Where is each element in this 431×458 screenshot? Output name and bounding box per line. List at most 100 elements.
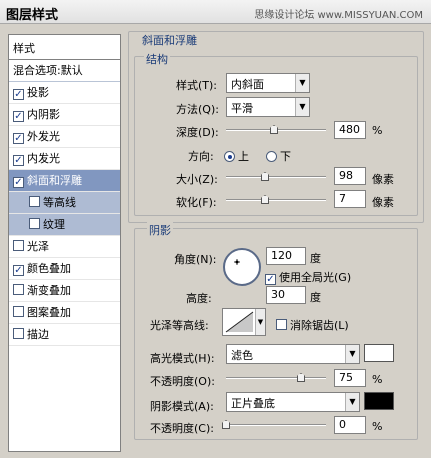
checkbox-checked-icon[interactable]: ✓: [13, 89, 24, 100]
style-list-item-label: 光泽: [27, 240, 49, 253]
style-list-item-label: 投影: [27, 86, 49, 99]
contour-curve-icon: [225, 311, 254, 333]
style-select-value: 内斜面: [231, 78, 264, 91]
style-list-item[interactable]: ✓ 外发光: [9, 126, 120, 148]
radio-empty-icon: [266, 151, 277, 162]
style-list-item-label: 斜面和浮雕: [27, 174, 82, 187]
size-label: 大小(Z):: [176, 173, 218, 186]
shadow-mode-label: 阴影模式(A):: [150, 400, 214, 413]
style-list-item[interactable]: 描边: [9, 324, 120, 346]
shadow-opacity-input[interactable]: 0: [334, 416, 366, 434]
anti-alias-label: 消除锯齿(L): [290, 319, 349, 332]
style-list-item-label: 外发光: [27, 130, 60, 143]
style-list-item-label: 图案叠加: [27, 306, 71, 319]
technique-label: 方法(Q):: [176, 103, 219, 116]
angle-input[interactable]: 120: [266, 247, 306, 265]
anti-alias-checkbox[interactable]: 消除锯齿(L): [276, 317, 349, 333]
direction-down-radio[interactable]: 下: [266, 148, 291, 164]
style-list-item[interactable]: ✓ 投影: [9, 82, 120, 104]
chevron-down-icon: ▼: [295, 98, 309, 116]
gloss-contour-picker[interactable]: ▼: [222, 308, 266, 336]
altitude-label: 高度:: [186, 292, 212, 305]
style-list-item[interactable]: 图案叠加: [9, 302, 120, 324]
shadow-opacity-label: 不透明度(C):: [150, 422, 214, 435]
checkbox-empty-icon[interactable]: [13, 284, 24, 295]
technique-select[interactable]: 平滑 ▼: [226, 97, 310, 117]
angle-label: 角度(N):: [174, 253, 217, 266]
global-light-label: 使用全局光(G): [279, 271, 352, 284]
checkbox-checked-icon[interactable]: ✓: [13, 265, 24, 276]
style-list-item[interactable]: 渐变叠加: [9, 280, 120, 302]
highlight-color-swatch[interactable]: [364, 344, 394, 362]
direction-label: 方向:: [188, 150, 214, 163]
style-list-item[interactable]: 纹理: [9, 214, 120, 236]
altitude-input[interactable]: 30: [266, 286, 306, 304]
technique-select-value: 平滑: [231, 102, 253, 115]
structure-title: 结构: [144, 51, 170, 67]
checkbox-checked-icon: ✓: [265, 274, 276, 285]
highlight-mode-value: 滤色: [231, 349, 253, 362]
shadow-opacity-unit: %: [372, 420, 383, 433]
style-list-item[interactable]: 等高线: [9, 192, 120, 214]
altitude-unit: 度: [310, 291, 321, 304]
checkbox-empty-icon[interactable]: [29, 196, 40, 207]
checkbox-empty-icon[interactable]: [13, 240, 24, 251]
depth-label: 深度(D):: [176, 126, 219, 139]
checkbox-checked-icon[interactable]: ✓: [13, 133, 24, 144]
style-list-item[interactable]: ✓ 内发光: [9, 148, 120, 170]
style-list-item-label: 等高线: [43, 196, 76, 209]
style-list-item-label: 颜色叠加: [27, 262, 71, 275]
soften-input[interactable]: 7: [334, 190, 366, 208]
global-light-checkbox[interactable]: ✓ 使用全局光(G): [265, 269, 351, 285]
size-input[interactable]: 98: [334, 167, 366, 185]
shading-title: 阴影: [147, 222, 173, 238]
size-unit: 像素: [372, 173, 394, 186]
style-list-item-label: 描边: [27, 328, 49, 341]
checkbox-checked-icon[interactable]: ✓: [13, 155, 24, 166]
style-list-item[interactable]: ✓ 内阴影: [9, 104, 120, 126]
style-list-item-label: 内发光: [27, 152, 60, 165]
style-list-item[interactable]: 光泽: [9, 236, 120, 258]
checkbox-empty-icon[interactable]: [13, 328, 24, 339]
checkbox-empty-icon[interactable]: [13, 306, 24, 317]
watermark-text: 思缘设计论坛 www.MISSYUAN.COM: [254, 10, 423, 21]
style-select[interactable]: 内斜面 ▼: [226, 73, 310, 93]
direction-up-radio[interactable]: 上: [224, 148, 249, 164]
style-list-item[interactable]: ✓ 颜色叠加: [9, 258, 120, 280]
shadow-mode-select[interactable]: 正片叠底 ▼: [226, 392, 360, 412]
angle-unit: 度: [310, 252, 321, 265]
checkbox-empty-icon[interactable]: [29, 218, 40, 229]
blend-options-item[interactable]: 混合选项:默认: [9, 60, 120, 82]
angle-dial[interactable]: [223, 248, 261, 286]
styles-header[interactable]: 样式: [9, 35, 120, 60]
highlight-opacity-unit: %: [372, 373, 383, 386]
shadow-color-swatch[interactable]: [364, 392, 394, 410]
checkbox-checked-icon[interactable]: ✓: [13, 111, 24, 122]
bevel-emboss-title: 斜面和浮雕: [140, 32, 199, 48]
checkbox-empty-icon: [276, 319, 287, 330]
soften-slider-track[interactable]: [226, 199, 326, 201]
style-list-item-label: 纹理: [43, 218, 65, 231]
layer-style-list: 样式 混合选项:默认 ✓ 投影 ✓ 内阴影 ✓ 外发光 ✓ 内发光 ✓ 斜面和浮雕 等高线 纹理 光泽 ✓…: [8, 34, 121, 452]
checkbox-checked-icon[interactable]: ✓: [13, 177, 24, 188]
soften-unit: 像素: [372, 196, 394, 209]
gloss-contour-label: 光泽等高线:: [150, 319, 209, 332]
direction-up-label: 上: [238, 150, 249, 163]
highlight-opacity-track[interactable]: [226, 377, 326, 379]
depth-input[interactable]: 480: [334, 121, 366, 139]
style-list-item[interactable]: ✓ 斜面和浮雕: [9, 170, 120, 192]
soften-label: 软化(F):: [176, 196, 217, 209]
title-bar: 图层样式 思缘设计论坛 www.MISSYUAN.COM: [0, 0, 431, 24]
style-list-item-label: 渐变叠加: [27, 284, 71, 297]
shadow-opacity-track[interactable]: [226, 424, 326, 426]
style-label: 样式(T):: [176, 79, 218, 92]
angle-crosshair-icon: [234, 259, 240, 265]
window-title: 图层样式: [6, 8, 59, 23]
highlight-opacity-label: 不透明度(O):: [150, 375, 215, 388]
chevron-down-icon: ▼: [295, 74, 309, 92]
size-slider-track[interactable]: [226, 176, 326, 178]
highlight-opacity-input[interactable]: 75: [334, 369, 366, 387]
highlight-mode-label: 高光模式(H):: [150, 352, 215, 365]
depth-unit: %: [372, 124, 383, 137]
highlight-mode-select[interactable]: 滤色 ▼: [226, 344, 360, 364]
